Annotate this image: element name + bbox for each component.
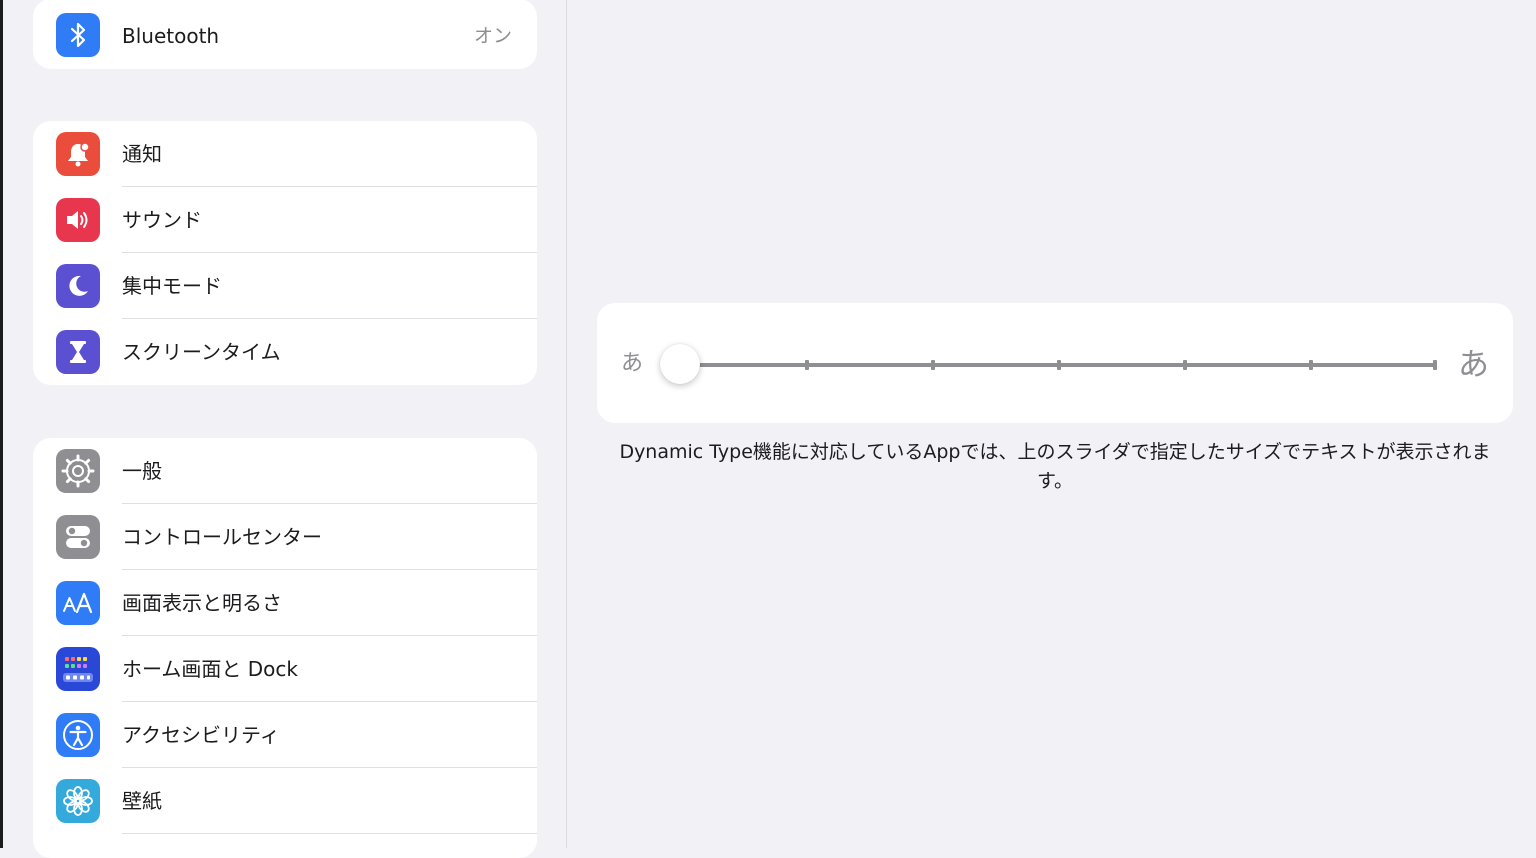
sidebar-item-label: サウンド bbox=[122, 208, 202, 232]
sidebar-item-label: ホーム画面と Dock bbox=[122, 657, 298, 681]
slider-step-tick bbox=[1309, 360, 1313, 370]
sidebar-item-label: コントロールセンター bbox=[122, 525, 322, 549]
sidebar-item-label: 集中モード bbox=[122, 274, 222, 298]
sidebar-group-connectivity: Bluetooth オン bbox=[33, 0, 537, 69]
gear-icon bbox=[56, 449, 100, 493]
sidebar-item-label: 通知 bbox=[122, 142, 162, 166]
sidebar-item-label: アクセシビリティ bbox=[122, 723, 280, 747]
sidebar-item-wallpaper[interactable]: 壁紙 bbox=[33, 768, 537, 834]
sidebar-item-bluetooth[interactable]: Bluetooth オン bbox=[33, 0, 537, 69]
slider-step-tick bbox=[1433, 360, 1437, 370]
sidebar-item-accessibility[interactable]: アクセシビリティ bbox=[33, 702, 537, 768]
bluetooth-status-value: オン bbox=[473, 25, 512, 47]
text-size-aa-icon bbox=[56, 581, 100, 625]
speaker-icon bbox=[56, 198, 100, 242]
split-view-divider bbox=[566, 0, 567, 848]
sidebar-item-display-brightness[interactable]: 画面表示と明るさ bbox=[33, 570, 537, 636]
text-size-description: Dynamic Type機能に対応しているAppでは、上のスライダで指定したサイ… bbox=[619, 441, 1491, 492]
sidebar-item-notifications[interactable]: 通知 bbox=[33, 121, 537, 187]
accessibility-icon bbox=[56, 713, 100, 757]
sidebar-item-label: スクリーンタイム bbox=[122, 340, 281, 364]
sidebar-group-general: 一般 コントロールセンター 画面表示と明るさ ホーム画面と Dock アクセシビ… bbox=[33, 438, 537, 858]
sidebar-item-control-center[interactable]: コントロールセンター bbox=[33, 504, 537, 570]
moon-icon bbox=[56, 264, 100, 308]
bluetooth-icon bbox=[56, 13, 100, 57]
sidebar-item-label: Bluetooth bbox=[122, 24, 220, 48]
slider-step-tick bbox=[931, 360, 935, 370]
settings-sidebar: Bluetooth オン 通知 サウンド 集中モード スクリーンタイム 一般 コ… bbox=[3, 0, 566, 858]
slider-step-tick bbox=[1057, 360, 1061, 370]
sidebar-group-notifications: 通知 サウンド 集中モード スクリーンタイム bbox=[33, 121, 537, 385]
sidebar-item-screen-time[interactable]: スクリーンタイム bbox=[33, 319, 537, 385]
home-grid-icon bbox=[56, 647, 100, 691]
notifications-bell-icon bbox=[56, 132, 100, 176]
text-size-slider-thumb[interactable] bbox=[660, 344, 700, 384]
sidebar-item-label: 画面表示と明るさ bbox=[122, 591, 282, 615]
large-text-indicator: あ bbox=[1458, 347, 1489, 383]
toggles-icon bbox=[56, 515, 100, 559]
text-size-slider-card: あ あ bbox=[597, 303, 1513, 423]
text-size-slider-track[interactable] bbox=[681, 360, 1437, 370]
flower-icon bbox=[56, 779, 100, 823]
sidebar-item-sounds[interactable]: サウンド bbox=[33, 187, 537, 253]
slider-step-tick bbox=[805, 360, 809, 370]
sidebar-item-focus[interactable]: 集中モード bbox=[33, 253, 537, 319]
hourglass-icon bbox=[56, 330, 100, 374]
sidebar-item-label: 壁紙 bbox=[122, 789, 162, 813]
slider-step-tick bbox=[1183, 360, 1187, 370]
row-separator bbox=[122, 833, 537, 834]
sidebar-item-home-screen-dock[interactable]: ホーム画面と Dock bbox=[33, 636, 537, 702]
sidebar-item-label: 一般 bbox=[122, 459, 162, 483]
sidebar-item-general[interactable]: 一般 bbox=[33, 438, 537, 504]
small-text-indicator: あ bbox=[621, 351, 644, 376]
